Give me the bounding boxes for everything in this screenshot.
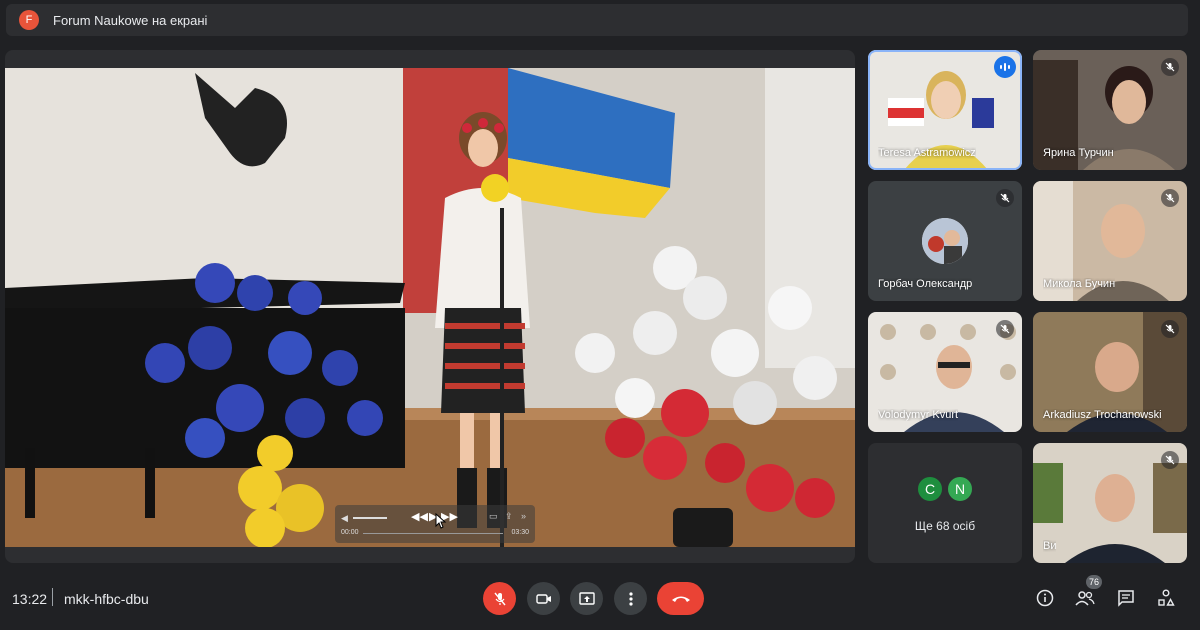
mic-off-icon	[1161, 451, 1179, 469]
participant-name: Ви	[1043, 540, 1057, 552]
people-icon	[1075, 591, 1095, 606]
seek-bar[interactable]	[363, 533, 503, 534]
chat-button[interactable]	[1114, 586, 1138, 610]
others-avatar: C	[916, 475, 944, 503]
mic-off-icon	[996, 189, 1014, 207]
present-screen-icon	[578, 591, 595, 605]
self-tile[interactable]: Ви	[1033, 443, 1187, 563]
participant-tile[interactable]: Arkadiusz Trochanowski	[1033, 312, 1187, 432]
speaking-indicator-icon	[994, 56, 1016, 78]
activities-shapes-icon	[1158, 589, 1175, 606]
share-icon[interactable]: ⇪	[505, 511, 513, 522]
more-vert-icon	[628, 591, 633, 606]
participant-name: Teresa Astramowicz	[878, 147, 976, 159]
others-avatars: C N	[916, 475, 974, 503]
mic-off-icon	[1161, 189, 1179, 207]
clock: 13:22	[12, 591, 48, 607]
mouse-cursor-icon	[435, 513, 447, 529]
mic-off-icon	[996, 320, 1014, 338]
present-button[interactable]	[570, 582, 603, 615]
presentation-title: Forum Naukowe на екрані	[53, 12, 208, 28]
participant-name: Volodymyr Kvurt	[878, 409, 959, 421]
people-button[interactable]	[1073, 586, 1097, 610]
more-icon[interactable]: »	[521, 511, 526, 521]
mic-off-icon	[493, 592, 506, 605]
meet-window: F Forum Naukowe на екрані ◀ ◀◀ ▶ ▶▶ ▭ ⇪ …	[0, 0, 1200, 630]
mic-off-icon	[1161, 320, 1179, 338]
control-bar: 13:22 mkk-hfbc-dbu 76	[0, 566, 1200, 630]
participant-name: Arkadiusz Trochanowski	[1043, 409, 1162, 421]
activities-button[interactable]	[1154, 586, 1178, 610]
participant-tile[interactable]: Teresa Astramowicz	[868, 50, 1022, 170]
divider	[52, 588, 53, 606]
others-avatar: N	[946, 475, 974, 503]
leave-call-button[interactable]	[657, 582, 704, 615]
pip-icon[interactable]: ▭	[489, 511, 498, 522]
participant-tile[interactable]: Горбач Олександр	[868, 181, 1022, 301]
chat-icon	[1118, 590, 1134, 607]
others-tile[interactable]: C N Ще 68 осіб	[868, 443, 1022, 563]
presentation-bar: F Forum Naukowe на екрані	[6, 4, 1188, 36]
presenter-avatar: F	[19, 10, 39, 30]
others-count-label: Ще 68 осіб	[914, 519, 976, 533]
participant-name: Горбач Олександр	[878, 278, 973, 290]
camera-toggle-button[interactable]	[527, 582, 560, 615]
player-total-time: 03:30	[511, 529, 529, 536]
player-current-time: 00:00	[341, 529, 359, 536]
hang-up-icon	[671, 596, 690, 602]
mic-off-icon	[1161, 58, 1179, 76]
shared-video-frame: ◀ ◀◀ ▶ ▶▶ ▭ ⇪ » 00:00 03:30	[5, 68, 855, 547]
info-icon	[1036, 589, 1054, 607]
volume-icon[interactable]: ◀	[341, 513, 348, 524]
participant-count-badge: 76	[1086, 575, 1103, 589]
performance-scene-image	[5, 68, 855, 547]
mic-toggle-button[interactable]	[483, 582, 516, 615]
participant-tile[interactable]: Ярина Турчин	[1033, 50, 1187, 170]
camera-icon	[535, 593, 551, 604]
participant-name: Микола Бучин	[1043, 278, 1116, 290]
meeting-code: mkk-hfbc-dbu	[64, 591, 149, 607]
rewind-icon[interactable]: ◀◀	[411, 510, 428, 523]
meeting-details-button[interactable]	[1033, 586, 1057, 610]
participant-avatar	[922, 218, 968, 264]
participant-tile[interactable]: Volodymyr Kvurt	[868, 312, 1022, 432]
participant-name: Ярина Турчин	[1043, 147, 1114, 159]
participant-tile[interactable]: Микола Бучин	[1033, 181, 1187, 301]
presentation-stage[interactable]: ◀ ◀◀ ▶ ▶▶ ▭ ⇪ » 00:00 03:30	[5, 50, 855, 563]
volume-slider[interactable]	[353, 517, 387, 519]
more-options-button[interactable]	[614, 582, 647, 615]
